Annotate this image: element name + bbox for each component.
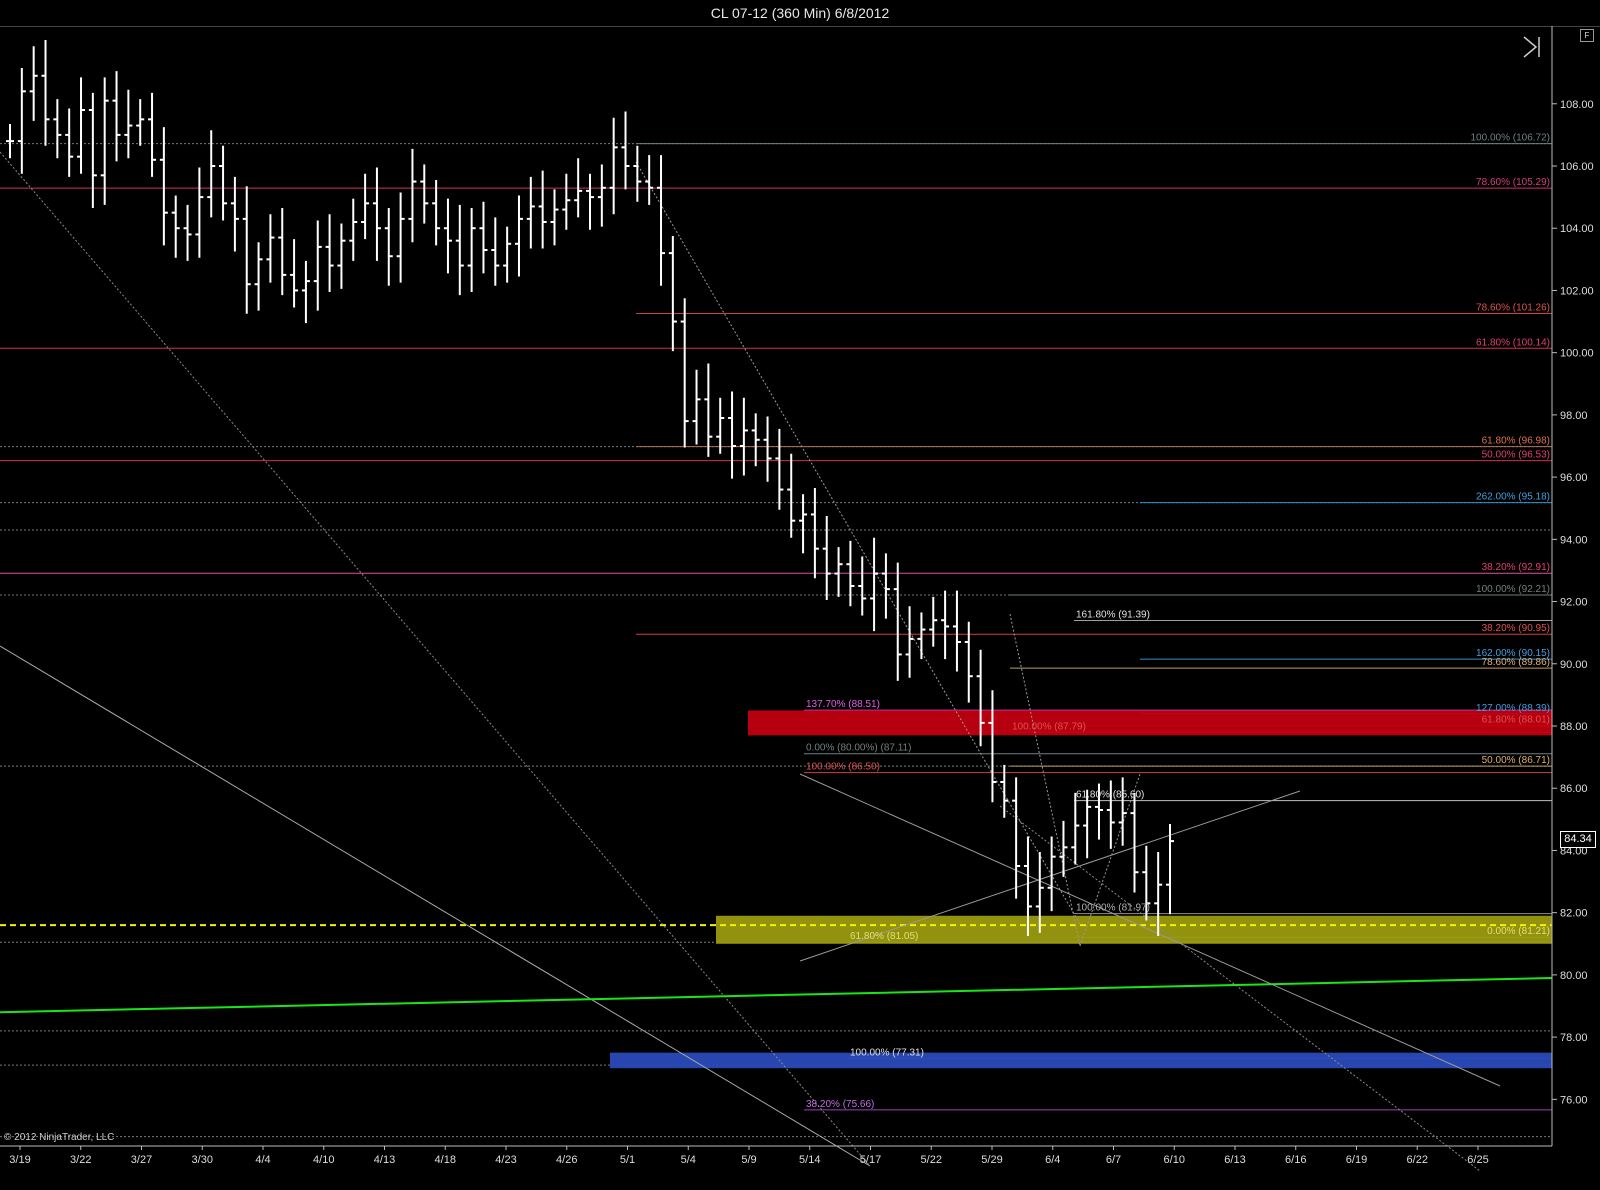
- fib-level-label: 161.80% (91.39): [1076, 610, 1150, 621]
- chart-window: CL 07-12 (360 Min) 6/8/2012 F 100.00% (1…: [0, 0, 1600, 1190]
- price-tick-label: 90.00: [1560, 659, 1588, 671]
- price-tick-label: 106.00: [1560, 161, 1594, 173]
- price-tick-label: 88.00: [1560, 721, 1588, 733]
- time-tick-label: 3/30: [192, 1154, 213, 1166]
- time-tick-label: 5/22: [921, 1154, 942, 1166]
- fib-level-label: 61.80% (85.60): [1076, 790, 1144, 801]
- fib-level-label: 50.00% (86.71): [1482, 755, 1550, 766]
- time-tick-label: 6/10: [1164, 1154, 1185, 1166]
- time-tick-label: 5/1: [620, 1154, 635, 1166]
- fib-levels: [0, 143, 1552, 1138]
- time-tick-label: 3/19: [9, 1154, 30, 1166]
- time-tick-label: 4/10: [313, 1154, 334, 1166]
- time-tick-label: 3/22: [70, 1154, 91, 1166]
- time-tick-label: 6/22: [1407, 1154, 1428, 1166]
- fib-level-label: 38.20% (92.91): [1482, 562, 1550, 573]
- fib-level-label: 50.00% (96.53): [1482, 450, 1550, 461]
- fib-level-label: 61.80% (81.05): [850, 931, 918, 942]
- copyright-text: © 2012 NinjaTrader, LLC: [4, 1132, 115, 1143]
- price-tick-label: 96.00: [1560, 472, 1588, 484]
- time-tick-label: 4/18: [435, 1154, 456, 1166]
- fib-level-label: 100.00% (106.72): [1470, 133, 1550, 144]
- fib-level-label: 61.80% (88.01): [1482, 715, 1550, 726]
- time-tick-label: 6/19: [1346, 1154, 1367, 1166]
- time-tick-label: 6/7: [1106, 1154, 1121, 1166]
- move-connector-line: [635, 161, 1081, 925]
- trend-lines: [0, 151, 1553, 1172]
- swing-line-1: [1009, 613, 1081, 947]
- price-tick-label: 78.00: [1560, 1032, 1588, 1044]
- blue-target-zone: [610, 1052, 1552, 1069]
- fib-level-label: 38.20% (90.95): [1482, 623, 1550, 634]
- time-tick-label: 5/17: [860, 1154, 881, 1166]
- fib-level-label: 127.00% (88.39): [1476, 703, 1550, 714]
- fib-level-label: 100.00% (87.79): [1012, 722, 1086, 733]
- green-trendline: [0, 977, 1553, 1014]
- fib-level-labels: 100.00% (106.72) 78.60% (105.29) 78.60% (1…: [806, 133, 1550, 1110]
- price-tick-label: 100.00: [1560, 348, 1594, 360]
- fib-level-label: 100.00% (86.50): [806, 762, 880, 773]
- time-tick-label: 6/25: [1467, 1154, 1488, 1166]
- fib-level-label: 137.70% (88.51): [806, 699, 880, 710]
- scroll-to-end-icon[interactable]: [1522, 35, 1544, 59]
- fib-level-label: 0.00% (81.21): [1487, 926, 1550, 937]
- yellow-support-zone: [716, 915, 1552, 944]
- long-downtrend-line: [0, 151, 871, 1167]
- price-bars: [6, 40, 1174, 936]
- price-tick-label: 86.00: [1560, 783, 1588, 795]
- fib-level-label: 78.60% (105.29): [1476, 177, 1550, 188]
- time-tick-label: 6/4: [1045, 1154, 1060, 1166]
- price-tick-label: 76.00: [1560, 1094, 1588, 1106]
- red-resistance-zone: [748, 710, 1552, 736]
- price-tick-label: 108.00: [1560, 99, 1594, 111]
- fib-level-label: 262.00% (95.18): [1476, 492, 1550, 503]
- price-tick-label: 94.00: [1560, 534, 1588, 546]
- time-tick-label: 4/26: [556, 1154, 577, 1166]
- price-tick-label: 82.00: [1560, 908, 1588, 920]
- time-tick-label: 4/4: [255, 1154, 270, 1166]
- time-tick-label: 4/23: [495, 1154, 516, 1166]
- price-tick-label: 80.00: [1560, 970, 1588, 982]
- time-tick-label: 4/13: [374, 1154, 395, 1166]
- price-tick-label: 98.00: [1560, 410, 1588, 422]
- price-chart[interactable]: 100.00% (106.72) 78.60% (105.29) 78.60% (1…: [0, 26, 1600, 1190]
- chart-title: CL 07-12 (360 Min) 6/8/2012: [0, 0, 1600, 27]
- lower-downtrend-line: [0, 645, 871, 1167]
- fib-level-label: 100.00% (77.31): [850, 1048, 924, 1059]
- time-tick-label: 5/9: [741, 1154, 756, 1166]
- time-tick-label: 6/13: [1224, 1154, 1245, 1166]
- price-zones: [0, 710, 1552, 1069]
- fib-level-label: 61.80% (100.14): [1476, 337, 1550, 348]
- fib-level-label: 61.80% (96.98): [1482, 436, 1550, 447]
- fib-level-label: 78.60% (101.26): [1476, 302, 1550, 313]
- last-price-badge: 84.34: [1560, 830, 1596, 848]
- fib-level-label: 78.60% (89.86): [1482, 657, 1550, 668]
- time-tick-label: 6/16: [1285, 1154, 1306, 1166]
- time-tick-label: 5/4: [681, 1154, 696, 1166]
- price-tick-label: 92.00: [1560, 597, 1588, 609]
- time-tick-label: 5/29: [981, 1154, 1002, 1166]
- fib-level-label: 0.00% (80.00%) (87.11): [806, 743, 911, 754]
- price-tick-label: 102.00: [1560, 285, 1594, 297]
- fib-level-label: 100.00% (92.21): [1476, 584, 1550, 595]
- time-tick-label: 3/27: [131, 1154, 152, 1166]
- fib-level-label: 38.20% (75.66): [806, 1099, 874, 1110]
- price-tick-label: 104.00: [1560, 223, 1594, 235]
- time-tick-label: 5/14: [799, 1154, 820, 1166]
- fib-level-label: 100.00% (81.97): [1076, 903, 1150, 914]
